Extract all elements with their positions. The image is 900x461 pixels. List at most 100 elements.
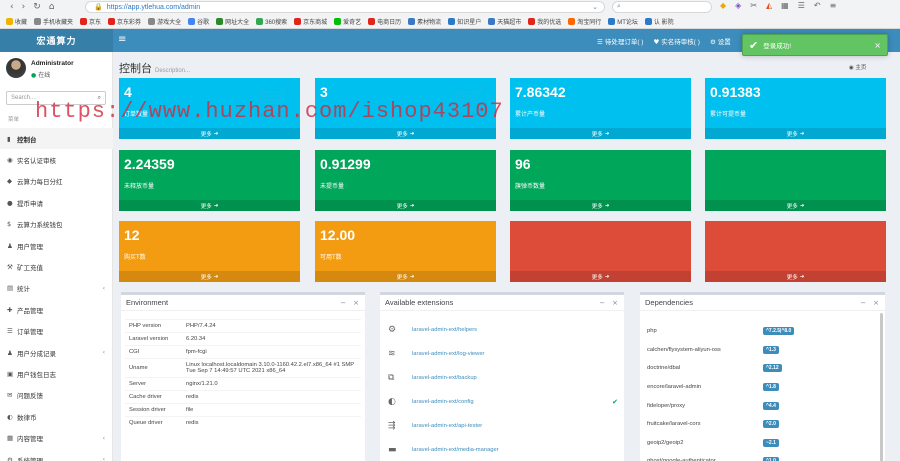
scissors-icon[interactable]: ✂: [750, 1, 757, 10]
undo-icon[interactable]: ↶: [814, 1, 821, 10]
header-nav-label[interactable]: 实名待审核( ): [661, 39, 700, 46]
tile-more-label[interactable]: 更多: [201, 130, 212, 138]
bookmark-label[interactable]: 我的优选: [537, 17, 561, 26]
bookmark-label[interactable]: 网址大全: [225, 17, 249, 26]
breadcrumb[interactable]: ◉ 主页: [849, 63, 866, 71]
arrow-circle-right-icon[interactable]: ➜: [214, 131, 219, 137]
bookmark-label[interactable]: 手机收藏夹: [43, 17, 73, 26]
bookmark-label[interactable]: 爱奇艺: [343, 17, 361, 26]
browser-search-input[interactable]: ⌕: [612, 1, 712, 13]
arrow-circle-right-icon[interactable]: ➜: [800, 131, 805, 137]
sidebar-search-input[interactable]: Search... ⌕: [6, 91, 106, 105]
tile-more-link[interactable]: 更多 ➜: [705, 271, 886, 282]
tile-more-label[interactable]: 更多: [201, 202, 212, 210]
close-icon[interactable]: ×: [873, 299, 879, 307]
sidebar-item[interactable]: ◐ 数律币: [0, 406, 113, 427]
list-icon[interactable]: ☰: [798, 1, 805, 10]
chevron-down-icon[interactable]: ⌄: [592, 3, 598, 11]
sidebar-item[interactable]: ☰ 订单管理: [0, 321, 113, 342]
tile-more-link[interactable]: 更多 ➜: [705, 128, 886, 139]
bookmark-item[interactable]: 京东彩券: [108, 17, 141, 26]
bookmark-item[interactable]: 收藏: [6, 17, 27, 26]
extension-link[interactable]: laravel-admin-ext/helpers: [412, 327, 477, 333]
bookmark-item[interactable]: MT论坛: [608, 17, 638, 26]
bookmark-label[interactable]: 360搜索: [265, 17, 287, 26]
header-nav-label[interactable]: 设置: [718, 39, 731, 46]
extension-link[interactable]: laravel-admin-ext/config: [412, 399, 474, 405]
sidebar-item[interactable]: ⚙ 系统管理 ‹: [0, 449, 113, 461]
sidebar-item[interactable]: ▤ 统计 ‹: [0, 278, 113, 299]
bookmark-item[interactable]: 认 影院: [644, 17, 674, 26]
sidebar-item[interactable]: ◆ 云算力每日分红: [0, 171, 113, 192]
logo[interactable]: 宏通算力: [0, 29, 113, 52]
arrow-circle-right-icon[interactable]: ➜: [800, 203, 805, 209]
bookmark-label[interactable]: 谷歌: [197, 17, 209, 26]
home-icon[interactable]: ⌂: [49, 2, 55, 12]
sidebar-item[interactable]: ✚ 产品管理: [0, 299, 113, 320]
tile-more-label[interactable]: 更多: [592, 130, 603, 138]
arrow-circle-right-icon[interactable]: ➜: [410, 274, 415, 280]
bookmark-label[interactable]: 认 影院: [654, 17, 674, 26]
extension-link[interactable]: laravel-admin-ext/log-viewer: [412, 351, 485, 357]
tile-more-link[interactable]: 更多 ➜: [119, 271, 300, 282]
bookmark-item[interactable]: 电商日历: [368, 17, 401, 26]
sidebar-item[interactable]: ● 提币申请: [0, 192, 113, 213]
chevron-left-icon[interactable]: ‹: [103, 456, 105, 461]
collapse-icon[interactable]: −: [599, 299, 605, 307]
refresh-icon[interactable]: ↻: [33, 2, 41, 12]
bookmark-item[interactable]: 谷歌: [188, 17, 209, 26]
close-icon[interactable]: ×: [353, 299, 359, 307]
bookmark-label[interactable]: 游戏大全: [157, 17, 181, 26]
chevron-left-icon[interactable]: ‹: [103, 349, 105, 356]
arrow-circle-right-icon[interactable]: ➜: [605, 131, 610, 137]
close-icon[interactable]: ×: [874, 41, 881, 50]
bookmark-label[interactable]: 天猫超市: [497, 17, 521, 26]
bookmark-label[interactable]: 京东: [89, 17, 101, 26]
address-text[interactable]: https://app.ytlehua.com/admin: [107, 4, 200, 11]
bars-icon[interactable]: ≡: [118, 34, 126, 45]
tile-more-link[interactable]: 更多 ➜: [119, 128, 300, 139]
tile-more-label[interactable]: 更多: [787, 130, 798, 138]
bookmark-label[interactable]: 知识星户: [457, 17, 481, 26]
tile-more-label[interactable]: 更多: [592, 202, 603, 210]
sidebar-item[interactable]: ♟ 用户分成记录 ‹: [0, 342, 113, 363]
tile-more-link[interactable]: 更多 ➜: [315, 128, 496, 139]
header-nav-item[interactable]: ♥ 实名待审核( ): [653, 36, 699, 46]
extension-icon[interactable]: ◈: [735, 1, 741, 10]
arrow-circle-right-icon[interactable]: ➜: [410, 203, 415, 209]
tile-more-link[interactable]: 更多 ➜: [510, 200, 691, 211]
bookmark-item[interactable]: 手机收藏夹: [34, 17, 73, 26]
tile-more-label[interactable]: 更多: [787, 273, 798, 281]
tile-more-link[interactable]: 更多 ➜: [119, 200, 300, 211]
sidebar-item[interactable]: ▮ 控制台: [0, 128, 113, 150]
sidebar-item[interactable]: ⚒ 矿工充值: [0, 256, 113, 277]
tile-more-label[interactable]: 更多: [787, 202, 798, 210]
bookmark-label[interactable]: 京东商城: [303, 17, 327, 26]
bookmark-item[interactable]: 我的优选: [528, 17, 561, 26]
tile-more-link[interactable]: 更多 ➜: [510, 128, 691, 139]
tile-more-label[interactable]: 更多: [397, 202, 408, 210]
bookmark-label[interactable]: 收藏: [15, 17, 27, 26]
bookmark-item[interactable]: 爱奇艺: [334, 17, 361, 26]
arrow-circle-right-icon[interactable]: ➜: [214, 274, 219, 280]
sidebar-item[interactable]: ▣ 用户钱包日志: [0, 363, 113, 384]
bookmark-item[interactable]: 网址大全: [216, 17, 249, 26]
chevron-left-icon[interactable]: ‹: [103, 435, 105, 442]
header-nav-item[interactable]: ⚙ 设置: [710, 36, 731, 46]
sidebar-item[interactable]: ▦ 内容管理 ‹: [0, 427, 113, 448]
sidebar-item[interactable]: $ 云算力系统钱包: [0, 214, 113, 235]
bookmark-item[interactable]: 淘宝同行: [568, 17, 601, 26]
tile-more-link[interactable]: 更多 ➜: [315, 271, 496, 282]
bookmark-item[interactable]: 京东商城: [294, 17, 327, 26]
chevron-left-icon[interactable]: ‹: [103, 285, 105, 292]
header-nav-label[interactable]: 待处理订单( ): [605, 39, 644, 46]
arrow-circle-right-icon[interactable]: ➜: [800, 274, 805, 280]
arrow-circle-right-icon[interactable]: ➜: [605, 274, 610, 280]
bookmark-label[interactable]: 淘宝同行: [577, 17, 601, 26]
extension-link[interactable]: laravel-admin-ext/backup: [412, 375, 477, 381]
tile-more-label[interactable]: 更多: [592, 273, 603, 281]
bookmark-item[interactable]: 知识星户: [448, 17, 481, 26]
grid-icon[interactable]: ▦: [781, 1, 789, 10]
search-icon[interactable]: ⌕: [98, 94, 101, 102]
shield-icon[interactable]: ◆: [720, 1, 726, 10]
